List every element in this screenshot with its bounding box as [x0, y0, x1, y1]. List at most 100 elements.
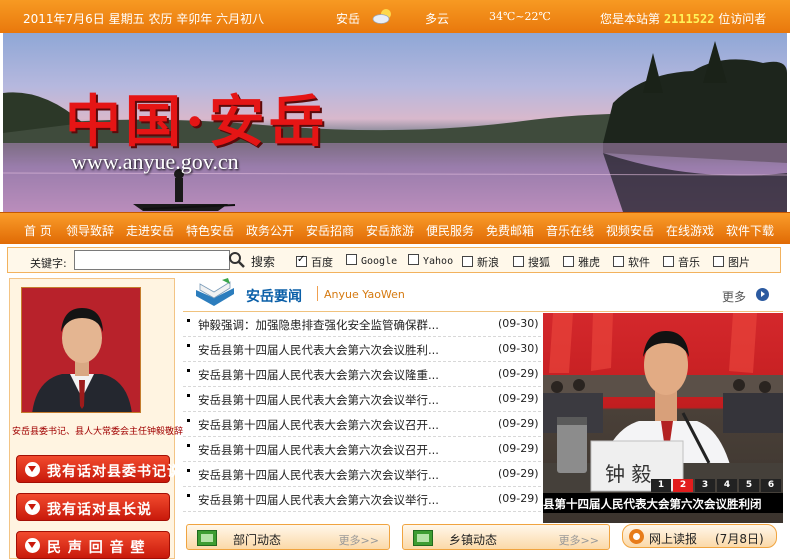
news-item[interactable]: 安岳县第十四届人民代表大会第六次会议举行... (09-29): [183, 462, 541, 487]
engine-option-images[interactable]: 图片: [713, 254, 750, 270]
nav-games[interactable]: 在线游戏: [666, 222, 714, 239]
message-county-head-button[interactable]: 我有话对县长说: [16, 493, 170, 521]
bullet: [187, 394, 190, 397]
news-more-link[interactable]: 更多: [722, 288, 746, 305]
engine-option-sohu[interactable]: 搜狐: [513, 254, 550, 270]
main-nav: 首 页 领导致辞 走进安岳 特色安岳 政务公开 安岳招商 安岳旅游 便民服务 免…: [0, 212, 790, 244]
temperature-text: 34℃~22℃: [489, 10, 551, 23]
cloudy-weather-icon: [372, 9, 391, 24]
news-item[interactable]: 安岳县第十四届人民代表大会第六次会议举行... (09-29): [183, 387, 541, 412]
slide-page-2[interactable]: 2: [673, 479, 693, 492]
nav-free-email[interactable]: 免费邮箱: [486, 222, 534, 239]
checkbox[interactable]: [462, 256, 473, 267]
nav-video[interactable]: 视频安岳: [606, 222, 654, 239]
public-voice-wall-button[interactable]: 民 声 回 音 壁: [16, 531, 170, 559]
checkbox[interactable]: [408, 254, 419, 265]
nav-software[interactable]: 软件下载: [726, 222, 774, 239]
news-title[interactable]: 安岳县第十四届人民代表大会第六次会议胜利...: [198, 342, 460, 358]
bullet: [187, 319, 190, 322]
nav-leader-speech[interactable]: 领导致辞: [66, 222, 114, 239]
nav-home[interactable]: 首 页: [24, 222, 52, 239]
checkbox[interactable]: [346, 254, 357, 265]
news-date: (09-29): [498, 492, 539, 505]
more-link[interactable]: 更多>>: [559, 532, 599, 548]
checkbox[interactable]: [663, 256, 674, 267]
site-url: www.anyue.gov.cn: [71, 149, 239, 174]
site-banner: 中国·安岳 www.anyue.gov.cn: [3, 33, 787, 212]
bullet: [187, 494, 190, 497]
nav-featured[interactable]: 特色安岳: [186, 222, 234, 239]
checkbox[interactable]: [563, 256, 574, 267]
slide-page-4[interactable]: 4: [717, 479, 737, 492]
engine-option-google[interactable]: Google: [346, 254, 397, 267]
arrow-right-icon[interactable]: [756, 288, 769, 301]
checkbox[interactable]: [613, 256, 624, 267]
checkbox-checked[interactable]: [296, 254, 307, 267]
nav-music[interactable]: 音乐在线: [546, 222, 594, 239]
news-title[interactable]: 安岳县第十四届人民代表大会第六次会议召开...: [198, 417, 460, 433]
news-item[interactable]: 安岳县第十四届人民代表大会第六次会议隆重... (09-29): [183, 362, 541, 387]
checkbox[interactable]: [713, 256, 724, 267]
news-section-title: 安岳要闻: [246, 289, 302, 305]
slide-page-1[interactable]: 1: [651, 479, 671, 492]
tab-department-news-label: 部门动态: [233, 533, 282, 547]
bullet: [187, 369, 190, 372]
news-item[interactable]: 安岳县第十四届人民代表大会第六次会议召开... (09-29): [183, 437, 541, 462]
news-date: (09-30): [498, 317, 539, 330]
folder-icon: [197, 530, 217, 546]
engine-option-software[interactable]: 软件: [613, 254, 650, 270]
online-newspaper-button[interactable]: 网上读报 (7月8日): [622, 524, 777, 548]
nav-investment[interactable]: 安岳招商: [306, 222, 354, 239]
news-title[interactable]: 安岳县第十四届人民代表大会第六次会议举行...: [198, 492, 460, 508]
nav-public-service[interactable]: 便民服务: [426, 222, 474, 239]
nav-gov-affairs[interactable]: 政务公开: [246, 222, 294, 239]
news-title[interactable]: 安岳县第十四届人民代表大会第六次会议召开...: [198, 442, 460, 458]
nav-tourism[interactable]: 安岳旅游: [366, 222, 414, 239]
news-title[interactable]: 安岳县第十四届人民代表大会第六次会议举行...: [198, 392, 460, 408]
news-date: (09-29): [498, 417, 539, 430]
portrait-caption: 安岳县委书记、县人大常委会主任钟毅敬辞: [12, 427, 184, 437]
news-title[interactable]: 安岳县第十四届人民代表大会第六次会议隆重...: [198, 367, 460, 383]
news-date: (09-29): [498, 392, 539, 405]
slide-page-3[interactable]: 3: [695, 479, 715, 492]
search-button[interactable]: 搜索: [251, 253, 275, 270]
folder-icon: [413, 530, 433, 546]
slide-page-6[interactable]: 6: [761, 479, 781, 492]
news-date: (09-30): [498, 342, 539, 355]
site-title: 中国·安岳: [65, 89, 329, 155]
online-newspaper-label: 网上读报: [649, 532, 698, 546]
leader-panel: 安岳县委书记、县人大常委会主任钟毅敬辞 我有话对县委书记说 我有话对县长说 民 …: [9, 278, 184, 559]
tab-department-news[interactable]: 部门动态 更多>>: [186, 524, 390, 550]
engine-option-yahoo-cn[interactable]: 雅虎: [563, 254, 600, 270]
news-item[interactable]: 安岳县第十四届人民代表大会第六次会议举行... (09-29): [183, 487, 541, 512]
news-list: 钟毅强调：加强隐患排查强化安全监管确保群... (09-30) 安岳县第十四届人民…: [183, 312, 541, 512]
tab-township-news-label: 乡镇动态: [449, 533, 498, 547]
engine-option-sina[interactable]: 新浪: [462, 254, 499, 270]
message-party-secretary-button[interactable]: 我有话对县委书记说: [16, 455, 181, 483]
visitor-count: 2111522: [663, 12, 715, 26]
checkbox[interactable]: [513, 256, 524, 267]
news-title[interactable]: 钟毅强调：加强隐患排查强化安全监管确保群...: [198, 317, 460, 333]
news-title[interactable]: 安岳县第十四届人民代表大会第六次会议举行...: [198, 467, 460, 483]
chevron-down-icon: [25, 538, 40, 553]
search-icon[interactable]: [228, 251, 246, 269]
news-item[interactable]: 安岳县第十四届人民代表大会第六次会议召开... (09-29): [183, 412, 541, 437]
slide-page-5[interactable]: 5: [739, 479, 759, 492]
tab-township-news[interactable]: 乡镇动态 更多>>: [402, 524, 610, 550]
news-photo-slideshow[interactable]: 钟 毅 1 2 3 4 5 6 县第十四届人民代表大会第六次会议胜利闭: [543, 313, 783, 523]
photo-caption[interactable]: 县第十四届人民代表大会第六次会议胜利闭: [543, 493, 783, 513]
news-item[interactable]: 安岳县第十四届人民代表大会第六次会议胜利... (09-30): [183, 337, 541, 362]
search-input[interactable]: [74, 250, 230, 270]
engine-option-music[interactable]: 音乐: [663, 254, 700, 270]
more-link[interactable]: 更多>>: [339, 532, 379, 548]
bullet: [187, 469, 190, 472]
chevron-down-icon: [25, 500, 40, 515]
news-date: (09-29): [498, 367, 539, 380]
news-item[interactable]: 钟毅强调：加强隐患排查强化安全监管确保群... (09-30): [183, 312, 541, 337]
engine-option-baidu[interactable]: 百度: [296, 254, 333, 270]
leader-portrait[interactable]: [21, 287, 141, 413]
engine-option-yahoo[interactable]: Yahoo: [408, 254, 453, 267]
title-divider: [317, 286, 318, 301]
top-info-bar: 2011年7月6日 星期五 农历 辛卯年 六月初八 安岳 多云 34℃~22℃ …: [0, 0, 790, 33]
nav-about-anyue[interactable]: 走进安岳: [126, 222, 174, 239]
